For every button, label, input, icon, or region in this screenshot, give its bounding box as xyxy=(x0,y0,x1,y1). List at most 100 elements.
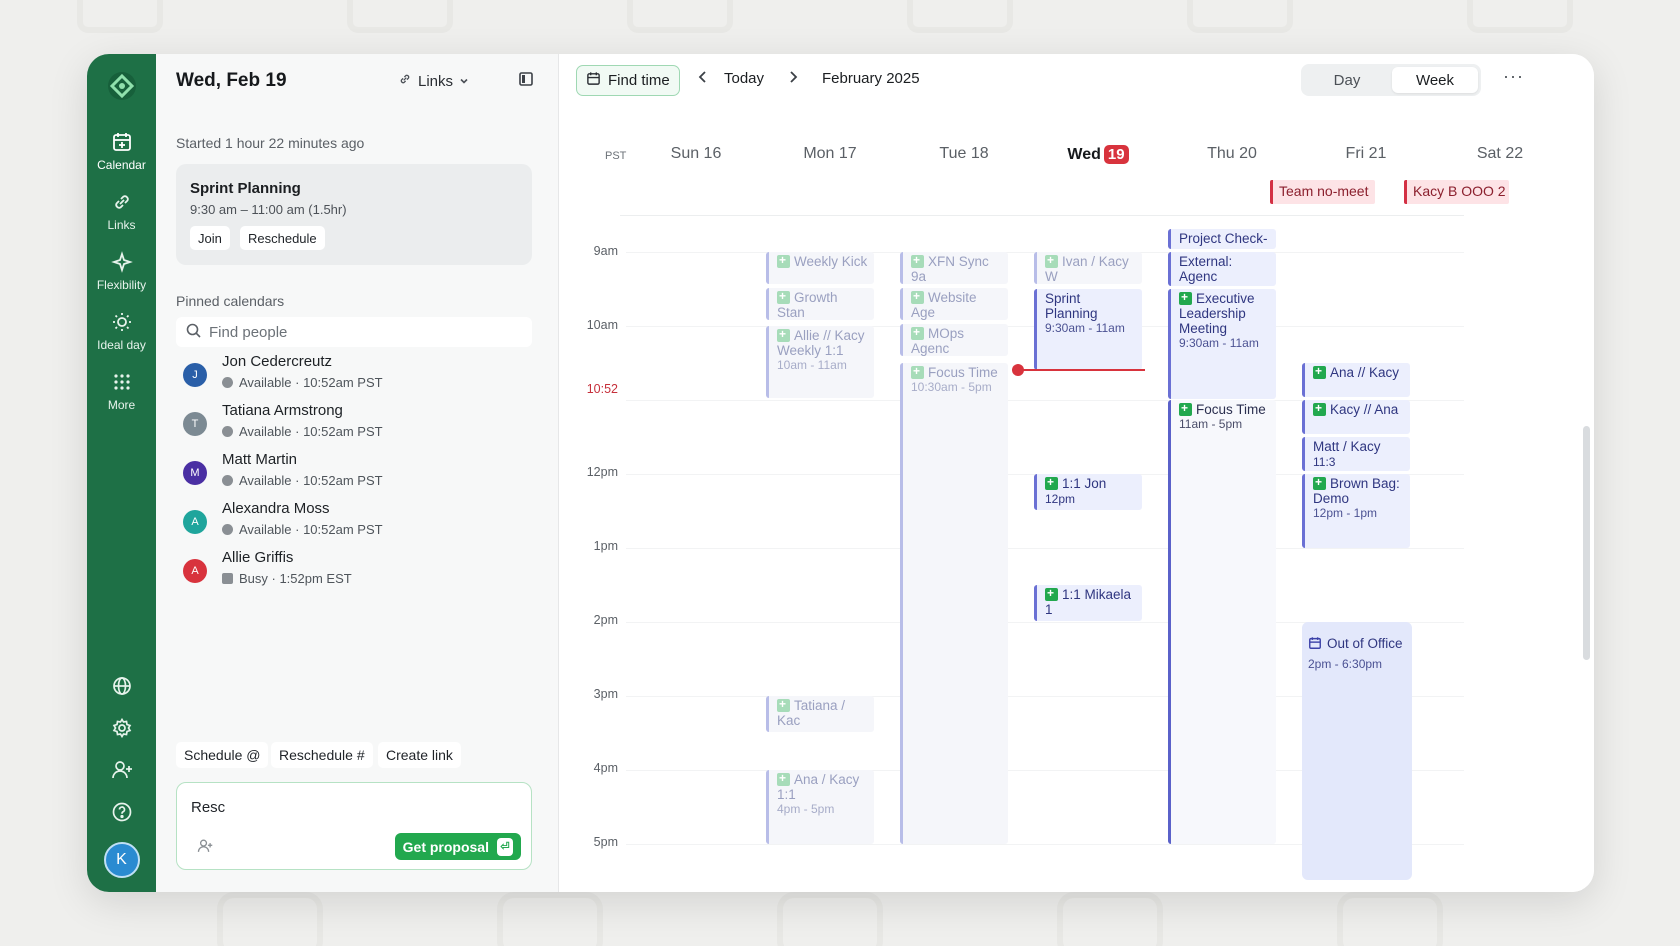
current-event-card[interactable]: Sprint Planning 9:30 am – 11:00 am (1.5h… xyxy=(176,164,532,265)
rail-item-label: Calendar xyxy=(97,158,146,172)
google-meet-icon xyxy=(1045,586,1058,601)
compose-box[interactable]: Resc Get proposal ⏎ xyxy=(176,782,532,870)
person-row[interactable]: M Matt Martin Available · 10:52am PST xyxy=(176,450,532,494)
person-status: Available · 10:52am PST xyxy=(222,424,383,439)
day-header[interactable]: Mon 17 xyxy=(763,145,897,163)
day-header[interactable]: Sun 16 xyxy=(629,145,763,163)
reschedule-command-chip[interactable]: Reschedule # xyxy=(271,742,373,768)
calendar-event[interactable]: Executive Leadership Meeting9:30am - 11a… xyxy=(1168,289,1276,399)
gear-icon[interactable] xyxy=(110,716,134,740)
calendar-event[interactable]: Growth Stan xyxy=(766,288,874,320)
calendar-event[interactable]: Matt / Kacy 11:3 xyxy=(1302,437,1410,471)
google-meet-icon xyxy=(777,327,790,342)
person-row[interactable]: A Alexandra Moss Available · 10:52am PST xyxy=(176,499,532,543)
calendar-event[interactable]: Brown Bag: Demo12pm - 1pm xyxy=(1302,474,1410,548)
view-toggle: Day Week xyxy=(1301,64,1481,96)
link-icon xyxy=(110,190,134,214)
collapse-sidebar-button[interactable] xyxy=(512,67,540,95)
person-status: Busy · 1:52pm EST xyxy=(222,571,352,586)
day-header[interactable]: Thu 20 xyxy=(1165,145,1299,163)
chevron-left-icon[interactable] xyxy=(698,70,708,89)
compose-input[interactable]: Resc xyxy=(191,799,225,816)
sparkle-icon xyxy=(110,250,134,274)
person-name: Matt Martin xyxy=(222,451,298,468)
calendar-event[interactable]: Ivan / Kacy W xyxy=(1034,252,1142,284)
links-dropdown-button[interactable]: Links xyxy=(388,66,479,96)
rail-item-calendar[interactable]: Calendar xyxy=(87,130,156,172)
calendar-event-sprint-planning[interactable]: Sprint Planning 9:30am - 11am xyxy=(1034,289,1142,370)
help-icon[interactable] xyxy=(110,800,134,824)
day-header[interactable]: Fri 21 xyxy=(1299,145,1433,163)
find-time-button[interactable]: Find time xyxy=(576,65,680,96)
calendar-plus-icon xyxy=(110,130,134,154)
links-label: Links xyxy=(418,72,454,90)
view-day-option[interactable]: Day xyxy=(1304,67,1390,93)
google-meet-icon xyxy=(777,253,790,268)
started-text: Started 1 hour 22 minutes ago xyxy=(176,135,365,151)
day-header-today[interactable]: Wed 19 xyxy=(1031,145,1165,164)
add-person-icon[interactable] xyxy=(197,838,213,859)
google-meet-icon xyxy=(1045,253,1058,268)
avatar: J xyxy=(183,363,207,387)
person-status: Available · 10:52am PST xyxy=(222,522,383,537)
calendar-event[interactable]: 1:1 Jon 12pm xyxy=(1034,474,1142,510)
rail-item-ideal-day[interactable]: Ideal day xyxy=(87,310,156,352)
calendar-event[interactable]: Focus Time10:30am - 5pm xyxy=(900,363,1008,844)
calendar-event[interactable]: Allie // Kacy Weekly 1:110am - 11am xyxy=(766,326,874,398)
avatar: A xyxy=(183,559,207,583)
globe-icon[interactable] xyxy=(110,674,134,698)
calendar-event[interactable]: Website Age xyxy=(900,288,1008,320)
pinned-calendars-title: Pinned calendars xyxy=(176,293,285,309)
rail-item-more[interactable]: More xyxy=(87,370,156,412)
get-proposal-button[interactable]: Get proposal ⏎ xyxy=(394,833,521,860)
create-link-command-chip[interactable]: Create link xyxy=(378,742,461,768)
available-status-icon xyxy=(222,524,233,535)
app-logo-icon[interactable] xyxy=(104,68,140,104)
calendar-event[interactable]: XFN Sync 9a xyxy=(900,252,1008,284)
calendar-event[interactable]: Ana / Kacy 1:14pm - 5pm xyxy=(766,770,874,844)
more-options-icon[interactable]: ··· xyxy=(1503,66,1524,87)
out-of-office-event[interactable]: Out of Office 2pm - 6:30pm xyxy=(1302,622,1412,880)
calendar-event[interactable]: MOps Agenc xyxy=(900,324,1008,356)
schedule-command-chip[interactable]: Schedule @ xyxy=(176,742,269,768)
allday-event[interactable]: Kacy B OOO 2 xyxy=(1404,180,1509,204)
rail-item-flexibility[interactable]: Flexibility xyxy=(87,250,156,292)
calendar-event[interactable]: External: Agenc xyxy=(1168,252,1276,286)
calendar-event[interactable]: Focus Time11am - 5pm xyxy=(1168,400,1276,844)
rail-item-links[interactable]: Links xyxy=(87,190,156,232)
current-time-label: 10:52 xyxy=(586,382,618,396)
busy-status-icon xyxy=(222,573,233,584)
person-row[interactable]: J Jon Cedercreutz Available · 10:52am PS… xyxy=(176,352,532,396)
google-meet-icon xyxy=(1313,475,1326,490)
rail-bottom: K xyxy=(87,674,156,878)
google-meet-icon xyxy=(777,697,790,712)
chevron-right-icon[interactable] xyxy=(788,70,798,89)
google-meet-icon xyxy=(1313,401,1326,416)
person-row[interactable]: T Tatiana Armstrong Available · 10:52am … xyxy=(176,401,532,445)
join-button[interactable]: Join xyxy=(190,226,230,250)
time-label: 12pm xyxy=(586,465,618,479)
day-header[interactable]: Sat 22 xyxy=(1433,145,1567,163)
time-label: 5pm xyxy=(593,835,618,849)
view-week-option[interactable]: Week xyxy=(1392,67,1478,93)
day-header[interactable]: Tue 18 xyxy=(897,145,1031,163)
user-avatar[interactable]: K xyxy=(103,842,140,878)
add-user-icon[interactable] xyxy=(110,758,134,782)
calendar-event[interactable]: Ana // Kacy xyxy=(1302,363,1410,397)
google-meet-icon xyxy=(1179,401,1192,416)
calendar-event[interactable]: Tatiana / Kac xyxy=(766,696,874,732)
calendar-event[interactable]: Weekly Kick xyxy=(766,252,874,284)
today-button[interactable]: Today xyxy=(724,70,764,87)
time-label: 3pm xyxy=(593,687,618,701)
person-name: Alexandra Moss xyxy=(222,500,330,517)
calendar-event[interactable]: Kacy // Ana xyxy=(1302,400,1410,434)
rail-item-label: Flexibility xyxy=(96,278,147,292)
calendar-event[interactable]: 1:1 Mikaela 1 xyxy=(1034,585,1142,621)
find-people-input[interactable]: Find people xyxy=(176,317,532,347)
calendar-scrollbar[interactable] xyxy=(1583,426,1590,660)
allday-event[interactable]: Team no-meet xyxy=(1270,180,1375,204)
person-row[interactable]: A Allie Griffis Busy · 1:52pm EST xyxy=(176,548,532,592)
reschedule-button[interactable]: Reschedule xyxy=(240,226,325,250)
calendar-event[interactable]: Project Check- xyxy=(1168,229,1276,249)
enter-key-icon: ⏎ xyxy=(497,837,513,856)
